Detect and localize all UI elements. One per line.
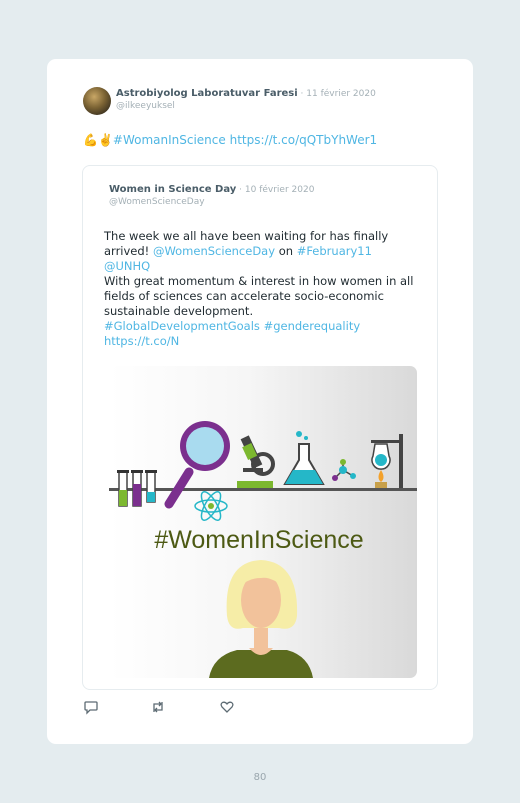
like-icon[interactable] (219, 699, 235, 715)
avatar[interactable] (83, 87, 111, 115)
quoted-author-line: Women in Science Day · 10 février 2020 (109, 184, 314, 195)
tweet-date[interactable]: 11 février 2020 (306, 89, 376, 99)
atom-icon (194, 491, 228, 521)
author-name[interactable]: Astrobiyolog Laboratuvar Faresi (116, 88, 298, 99)
microscope-icon (237, 435, 275, 488)
hashtag-link[interactable]: #WomanInScience (113, 133, 226, 147)
tweet-header: Astrobiyolog Laboratuvar Faresi · 11 fév… (83, 87, 443, 117)
tweet-url-link[interactable]: https://t.co/qQTbYhWer1 (230, 133, 378, 147)
page-number: 80 (253, 772, 267, 783)
author-line: Astrobiyolog Laboratuvar Faresi · 11 fév… (116, 88, 376, 99)
tweet-image[interactable]: #WomenInScience (109, 366, 417, 678)
quoted-text: The week we all have been waiting for ha… (104, 229, 424, 349)
magnifier-icon (164, 421, 230, 509)
tweet-card: Astrobiyolog Laboratuvar Faresi · 11 fév… (47, 59, 473, 744)
hashtags-line[interactable]: #GlobalDevelopmentGoals #genderequality (104, 319, 424, 334)
mention-link[interactable]: @UNHQ (104, 259, 424, 274)
flask-icon (283, 431, 325, 485)
hashtag-link[interactable]: #February11 (297, 244, 372, 258)
molecule-icon (332, 459, 356, 481)
test-tube-icon (117, 470, 157, 507)
quoted-author-name[interactable]: Women in Science Day (109, 184, 236, 195)
text-line: sustainable development. (104, 304, 254, 318)
retweet-icon[interactable] (150, 699, 166, 715)
emoji: 💪✌️ (83, 133, 113, 147)
tweet-actions (83, 699, 283, 715)
quoted-tweet[interactable]: Women in Science Day · 10 février 2020 @… (82, 165, 438, 690)
text-line: fields of sciences can accelerate socio-… (104, 289, 384, 303)
quoted-url-link[interactable]: https://t.co/N (104, 334, 424, 349)
author-handle[interactable]: @ilkeeyuksel (116, 101, 175, 111)
tweet-text: 💪✌️#WomanInScience https://t.co/qQTbYhWe… (83, 133, 377, 147)
date-separator: · (297, 89, 307, 99)
woman-figure (209, 560, 313, 678)
quoted-handle[interactable]: @WomenScienceDay (109, 197, 205, 207)
date-separator: · (236, 185, 245, 195)
text-line: With great momentum & interest in how wo… (104, 274, 414, 288)
quoted-date[interactable]: 10 février 2020 (245, 185, 315, 195)
burner-icon (371, 434, 403, 488)
women-in-science-illustration: #WomenInScience (109, 421, 417, 678)
image-caption: #WomenInScience (154, 526, 363, 554)
text-line: The week we all have been waiting for ha… (104, 229, 389, 243)
mention-link[interactable]: @WomenScienceDay (153, 244, 275, 258)
reply-icon[interactable] (83, 699, 99, 715)
text-line: arrived! @WomenScienceDay on #February11 (104, 244, 372, 258)
